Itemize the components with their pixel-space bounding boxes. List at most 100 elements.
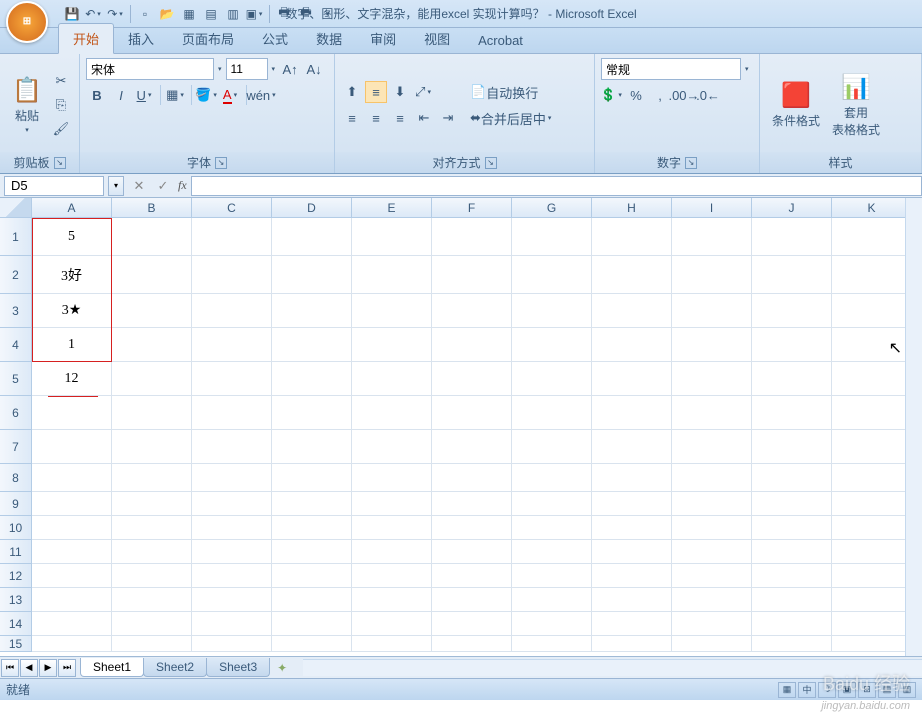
cell-I7[interactable]: [672, 430, 752, 464]
cell-F13[interactable]: [432, 588, 512, 612]
cell-C13[interactable]: [192, 588, 272, 612]
cell-B2[interactable]: [112, 256, 192, 294]
cell-G13[interactable]: [512, 588, 592, 612]
fx-icon[interactable]: fx: [178, 178, 187, 193]
tab-插入[interactable]: 插入: [114, 24, 168, 53]
zoom-button[interactable]: ▥: [898, 682, 916, 698]
cell-B1[interactable]: [112, 218, 192, 256]
cell-J8[interactable]: [752, 464, 832, 492]
cell-B13[interactable]: [112, 588, 192, 612]
cell-K15[interactable]: [832, 636, 912, 652]
cell-A7[interactable]: [32, 430, 112, 464]
cell-G14[interactable]: [512, 612, 592, 636]
cell-A10[interactable]: [32, 516, 112, 540]
view-pagebreak-button[interactable]: ⊞: [858, 682, 876, 698]
font-dialog-launcher[interactable]: ↘: [215, 157, 227, 169]
select-all-button[interactable]: [0, 198, 32, 217]
cell-J5[interactable]: [752, 362, 832, 396]
cell-F14[interactable]: [432, 612, 512, 636]
cell-K12[interactable]: [832, 564, 912, 588]
view-layout-button[interactable]: ▣: [838, 682, 856, 698]
cell-E12[interactable]: [352, 564, 432, 588]
cell-A11[interactable]: [32, 540, 112, 564]
cell-G12[interactable]: [512, 564, 592, 588]
cell-E14[interactable]: [352, 612, 432, 636]
cell-A12[interactable]: [32, 564, 112, 588]
cell-F3[interactable]: [432, 294, 512, 328]
cell-C10[interactable]: [192, 516, 272, 540]
cell-E13[interactable]: [352, 588, 432, 612]
cell-E11[interactable]: [352, 540, 432, 564]
redo-icon[interactable]: ↷▾: [106, 4, 126, 24]
cancel-formula-icon[interactable]: ✕: [128, 176, 150, 196]
row-header-3[interactable]: 3: [0, 294, 32, 328]
row-header-7[interactable]: 7: [0, 430, 32, 464]
cell-I15[interactable]: [672, 636, 752, 652]
cell-D3[interactable]: [272, 294, 352, 328]
table-style-button[interactable]: 📊 套用 表格格式: [826, 69, 886, 142]
cell-A1[interactable]: 5: [32, 218, 112, 256]
chart-icon[interactable]: ▣▾: [245, 4, 265, 24]
cell-I10[interactable]: [672, 516, 752, 540]
cell-E1[interactable]: [352, 218, 432, 256]
cell-E9[interactable]: [352, 492, 432, 516]
cell-H13[interactable]: [592, 588, 672, 612]
sheet-nav-prev[interactable]: ◀: [20, 659, 38, 677]
cell-K2[interactable]: [832, 256, 912, 294]
cell-H1[interactable]: [592, 218, 672, 256]
cell-F12[interactable]: [432, 564, 512, 588]
number-dialog-launcher[interactable]: ↘: [685, 157, 697, 169]
row-header-11[interactable]: 11: [0, 540, 32, 564]
phonetic-button[interactable]: wén▾: [251, 84, 273, 106]
row-header-10[interactable]: 10: [0, 516, 32, 540]
cell-D10[interactable]: [272, 516, 352, 540]
cell-H7[interactable]: [592, 430, 672, 464]
cell-D13[interactable]: [272, 588, 352, 612]
cell-C9[interactable]: [192, 492, 272, 516]
cell-G10[interactable]: [512, 516, 592, 540]
cell-K6[interactable]: [832, 396, 912, 430]
cut-button[interactable]: ✂: [50, 70, 72, 92]
italic-button[interactable]: I: [110, 84, 132, 106]
cell-D9[interactable]: [272, 492, 352, 516]
clipboard-dialog-launcher[interactable]: ↘: [54, 157, 66, 169]
cell-E2[interactable]: [352, 256, 432, 294]
fill-color-button[interactable]: 🪣▾: [196, 84, 218, 106]
name-box-dropdown[interactable]: ▾: [108, 176, 124, 196]
sheet-tab-Sheet2[interactable]: Sheet2: [143, 658, 207, 677]
cell-A13[interactable]: [32, 588, 112, 612]
cell-K1[interactable]: [832, 218, 912, 256]
cell-K4[interactable]: [832, 328, 912, 362]
cell-E10[interactable]: [352, 516, 432, 540]
size-dropdown-icon[interactable]: ▾: [270, 65, 278, 73]
cell-B9[interactable]: [112, 492, 192, 516]
cell-B14[interactable]: [112, 612, 192, 636]
cell-J9[interactable]: [752, 492, 832, 516]
cell-B5[interactable]: [112, 362, 192, 396]
vertical-scrollbar[interactable]: [905, 198, 922, 656]
row-header-9[interactable]: 9: [0, 492, 32, 516]
cell-K11[interactable]: [832, 540, 912, 564]
cell-F10[interactable]: [432, 516, 512, 540]
cell-J14[interactable]: [752, 612, 832, 636]
increase-font-button[interactable]: A↑: [279, 58, 301, 80]
cell-E5[interactable]: [352, 362, 432, 396]
cell-G4[interactable]: [512, 328, 592, 362]
cell-K5[interactable]: [832, 362, 912, 396]
cell-A3[interactable]: 3★: [32, 294, 112, 328]
cell-B15[interactable]: [112, 636, 192, 652]
conditional-format-button[interactable]: 🟥 条件格式: [766, 77, 826, 133]
view-normal-button[interactable]: ▦: [778, 682, 796, 698]
cell-E8[interactable]: [352, 464, 432, 492]
cell-B10[interactable]: [112, 516, 192, 540]
col-header-C[interactable]: C: [192, 198, 272, 217]
font-dropdown-icon[interactable]: ▾: [216, 65, 224, 73]
cell-F5[interactable]: [432, 362, 512, 396]
cell-A4[interactable]: 1: [32, 328, 112, 362]
ime-indicator[interactable]: 中: [798, 682, 816, 698]
cell-B3[interactable]: [112, 294, 192, 328]
cell-F9[interactable]: [432, 492, 512, 516]
cell-J6[interactable]: [752, 396, 832, 430]
numfmt-dropdown-icon[interactable]: ▾: [743, 65, 751, 73]
undo-icon[interactable]: ↶▾: [84, 4, 104, 24]
